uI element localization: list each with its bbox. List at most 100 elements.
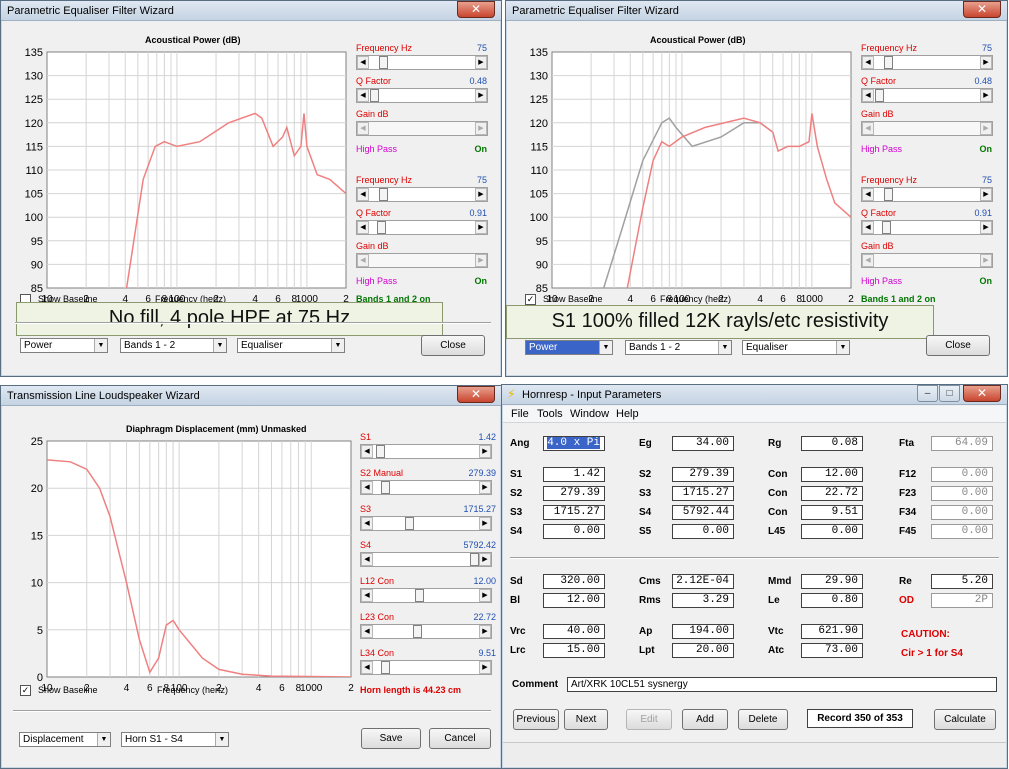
right-arrow-icon[interactable]: ▶ <box>479 589 491 602</box>
band2-q-slider[interactable]: ◀ ▶ <box>861 220 993 235</box>
close-window-button[interactable]: ✕ <box>963 385 1001 402</box>
tl-param-slider[interactable]: ◀ ▶ <box>360 660 492 675</box>
slider-thumb[interactable] <box>379 188 388 201</box>
right-arrow-icon[interactable]: ▶ <box>475 56 487 69</box>
right-arrow-icon[interactable]: ▶ <box>980 254 992 267</box>
close-window-button[interactable]: ✕ <box>457 386 495 403</box>
slider-thumb[interactable] <box>415 589 424 602</box>
slider-thumb[interactable] <box>379 56 388 69</box>
band1-frequency-slider[interactable]: ◀ ▶ <box>861 55 993 70</box>
slider-thumb[interactable] <box>405 517 414 530</box>
band1-highpass-value[interactable]: On <box>445 144 488 154</box>
chevron-down-icon[interactable]: ▼ <box>94 339 107 352</box>
left-arrow-icon[interactable]: ◀ <box>357 254 369 267</box>
band2-gain-slider[interactable]: ◀ ▶ <box>861 253 993 268</box>
left-arrow-icon[interactable]: ◀ <box>357 89 369 102</box>
band1-q-slider[interactable]: ◀ ▶ <box>356 88 488 103</box>
tl-param-slider[interactable]: ◀ ▶ <box>360 444 492 459</box>
param-field[interactable]: 0.00 <box>801 524 863 539</box>
show-baseline-label[interactable]: Show Baseline <box>543 294 603 304</box>
band2-highpass-value[interactable]: On <box>950 276 993 286</box>
left-arrow-icon[interactable]: ◀ <box>361 481 373 494</box>
chevron-down-icon[interactable]: ▼ <box>331 339 344 352</box>
left-arrow-icon[interactable]: ◀ <box>361 661 373 674</box>
slider-thumb[interactable] <box>381 481 390 494</box>
param-field[interactable]: 2P <box>931 593 993 608</box>
param-field[interactable]: 1.42 <box>543 467 605 482</box>
edit-button[interactable]: Edit <box>626 709 672 730</box>
right-arrow-icon[interactable]: ▶ <box>475 254 487 267</box>
param-field[interactable]: 279.39 <box>543 486 605 501</box>
right-arrow-icon[interactable]: ▶ <box>479 553 491 566</box>
left-arrow-icon[interactable]: ◀ <box>862 188 874 201</box>
band1-q-slider[interactable]: ◀ ▶ <box>861 88 993 103</box>
minimize-icon[interactable]: – <box>917 385 938 402</box>
slider-thumb[interactable] <box>377 221 386 234</box>
param-field[interactable]: 5.20 <box>931 574 993 589</box>
band2-highpass-value[interactable]: On <box>445 276 488 286</box>
slider-thumb[interactable] <box>370 89 379 102</box>
param-field[interactable]: 2.12E-04 <box>672 574 734 589</box>
view-select[interactable]: Power ▼ <box>20 338 108 353</box>
param-field[interactable]: 12.00 <box>543 593 605 608</box>
chevron-down-icon[interactable]: ▼ <box>718 341 731 354</box>
left-arrow-icon[interactable]: ◀ <box>361 589 373 602</box>
chevron-down-icon[interactable]: ▼ <box>836 341 849 354</box>
chevron-down-icon[interactable]: ▼ <box>213 339 226 352</box>
param-field[interactable]: 0.00 <box>931 467 993 482</box>
menu-help[interactable]: Help <box>616 408 639 420</box>
param-field[interactable]: 4.0 x Pi <box>543 436 605 451</box>
right-arrow-icon[interactable]: ▶ <box>479 661 491 674</box>
param-field[interactable]: 0.00 <box>543 524 605 539</box>
right-arrow-icon[interactable]: ▶ <box>479 625 491 638</box>
param-field[interactable]: 279.39 <box>672 467 734 482</box>
slider-thumb[interactable] <box>376 445 385 458</box>
left-arrow-icon[interactable]: ◀ <box>357 188 369 201</box>
param-field[interactable]: 0.80 <box>801 593 863 608</box>
tl-param-slider[interactable]: ◀ ▶ <box>360 552 492 567</box>
show-baseline-checkbox[interactable]: ✓ <box>525 294 536 305</box>
chevron-down-icon[interactable]: ▼ <box>97 733 110 746</box>
mode-select[interactable]: Equaliser ▼ <box>742 340 850 355</box>
param-field[interactable]: 12.00 <box>801 467 863 482</box>
left-arrow-icon[interactable]: ◀ <box>862 254 874 267</box>
right-arrow-icon[interactable]: ▶ <box>475 188 487 201</box>
close-button[interactable]: Close <box>421 335 485 356</box>
param-field[interactable]: 3.29 <box>672 593 734 608</box>
menu-file[interactable]: File <box>511 408 529 420</box>
save-button[interactable]: Save <box>361 728 421 749</box>
cancel-button[interactable]: Cancel <box>429 728 491 749</box>
show-baseline-label[interactable]: Show Baseline <box>38 685 98 695</box>
tl-param-slider[interactable]: ◀ ▶ <box>360 516 492 531</box>
param-field[interactable]: 40.00 <box>543 624 605 639</box>
left-arrow-icon[interactable]: ◀ <box>862 56 874 69</box>
tl-param-slider[interactable]: ◀ ▶ <box>360 588 492 603</box>
slider-thumb[interactable] <box>882 221 891 234</box>
band1-highpass-value[interactable]: On <box>950 144 993 154</box>
menu-window[interactable]: Window <box>570 408 609 420</box>
band1-frequency-slider[interactable]: ◀ ▶ <box>356 55 488 70</box>
param-field[interactable]: 0.00 <box>931 486 993 501</box>
slider-thumb[interactable] <box>875 89 884 102</box>
band2-frequency-slider[interactable]: ◀ ▶ <box>861 187 993 202</box>
band2-gain-slider[interactable]: ◀ ▶ <box>356 253 488 268</box>
right-arrow-icon[interactable]: ▶ <box>980 89 992 102</box>
left-arrow-icon[interactable]: ◀ <box>862 89 874 102</box>
param-field[interactable]: 194.00 <box>672 624 734 639</box>
right-arrow-icon[interactable]: ▶ <box>980 122 992 135</box>
slider-thumb[interactable] <box>470 553 479 566</box>
param-field[interactable]: 1715.27 <box>672 486 734 501</box>
right-arrow-icon[interactable]: ▶ <box>475 122 487 135</box>
close-window-button[interactable]: ✕ <box>457 1 495 18</box>
param-field[interactable]: 0.00 <box>931 524 993 539</box>
param-field[interactable]: 15.00 <box>543 643 605 658</box>
param-field[interactable]: 320.00 <box>543 574 605 589</box>
param-field[interactable]: 1715.27 <box>543 505 605 520</box>
bands-select[interactable]: Bands 1 - 2 ▼ <box>625 340 732 355</box>
band2-frequency-slider[interactable]: ◀ ▶ <box>356 187 488 202</box>
left-arrow-icon[interactable]: ◀ <box>357 122 369 135</box>
delete-button[interactable]: Delete <box>738 709 788 730</box>
param-field[interactable]: 34.00 <box>672 436 734 451</box>
param-field[interactable]: 0.00 <box>931 505 993 520</box>
slider-thumb[interactable] <box>884 188 893 201</box>
